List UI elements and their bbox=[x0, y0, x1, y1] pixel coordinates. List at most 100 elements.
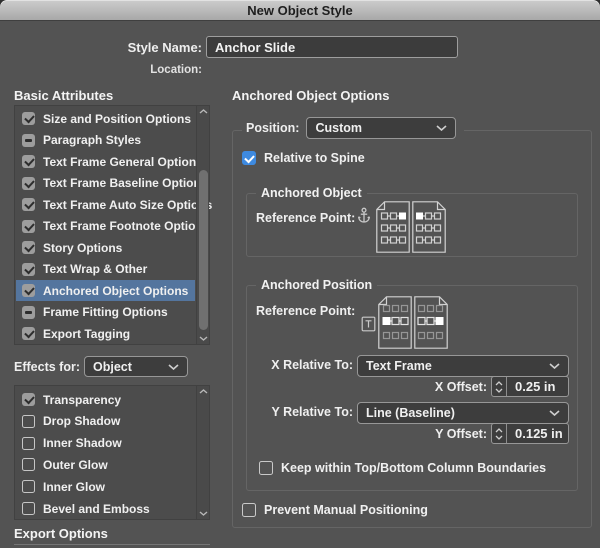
stepper-up-icon[interactable] bbox=[495, 427, 503, 433]
prevent-manual-checkbox[interactable] bbox=[242, 503, 256, 517]
attribute-checkbox[interactable] bbox=[22, 262, 35, 276]
stepper-down-icon[interactable] bbox=[495, 388, 503, 393]
attribute-row[interactable]: Text Frame General Options bbox=[16, 151, 203, 172]
x-relative-value: Text Frame bbox=[366, 359, 432, 373]
effect-label: Drop Shadow bbox=[43, 414, 121, 429]
position-value: Custom bbox=[315, 121, 362, 135]
position-label: Position: bbox=[246, 121, 300, 135]
attribute-row[interactable]: Text Frame Baseline Options bbox=[16, 173, 208, 194]
effect-row[interactable]: Bevel and Emboss bbox=[16, 498, 195, 519]
attribute-label: Paragraph Styles bbox=[43, 133, 142, 147]
attribute-checkbox[interactable] bbox=[22, 284, 35, 297]
y-offset-label: Y Offset: bbox=[435, 427, 487, 441]
effect-checkbox[interactable] bbox=[22, 414, 35, 428]
attribute-row[interactable]: Paragraph Styles bbox=[16, 130, 195, 151]
scrollbar-thumb[interactable] bbox=[199, 170, 208, 330]
relative-to-spine-label: Relative to Spine bbox=[264, 151, 365, 165]
anchored-position-legend: Anchored Position bbox=[256, 278, 378, 292]
attribute-row[interactable]: Size and Position Options bbox=[16, 108, 195, 129]
location-label: Location: bbox=[150, 64, 202, 76]
effect-label: Inner Glow bbox=[43, 479, 106, 494]
scroll-down-icon[interactable] bbox=[199, 511, 208, 516]
attribute-label: Frame Fitting Options bbox=[43, 305, 168, 319]
position-reference-point-proxy[interactable] bbox=[378, 296, 448, 349]
anchor-icon bbox=[357, 207, 371, 223]
attribute-label: Size and Position Options bbox=[43, 111, 192, 126]
effect-label: Outer Glow bbox=[43, 457, 108, 472]
attribute-row[interactable]: Text Frame Footnote Options bbox=[16, 216, 209, 237]
y-relative-value: Line (Baseline) bbox=[366, 406, 455, 420]
attribute-checkbox[interactable] bbox=[22, 155, 35, 168]
position-row: Position: Custom bbox=[242, 117, 465, 139]
effect-checkbox[interactable] bbox=[22, 480, 35, 494]
attribute-checkbox[interactable] bbox=[22, 198, 35, 211]
attribute-checkbox[interactable] bbox=[22, 327, 35, 340]
attribute-checkbox[interactable] bbox=[22, 112, 35, 125]
attribute-row[interactable]: Text Wrap & Other bbox=[16, 259, 195, 280]
attribute-label: Story Options bbox=[43, 240, 123, 255]
object-reference-point-proxy[interactable] bbox=[376, 201, 446, 253]
stepper-up-icon[interactable] bbox=[495, 380, 503, 386]
attribute-checkbox[interactable] bbox=[22, 133, 35, 147]
anchored-object-options-heading: Anchored Object Options bbox=[232, 88, 390, 103]
relative-to-spine-row[interactable]: Relative to Spine bbox=[242, 151, 365, 165]
effect-row[interactable]: Outer Glow bbox=[16, 454, 195, 475]
style-name-label: Style Name: bbox=[127, 40, 202, 55]
window-title: New Object Style bbox=[247, 2, 353, 18]
effect-checkbox[interactable] bbox=[22, 436, 35, 450]
attribute-label: Text Frame Baseline Options bbox=[43, 176, 208, 190]
attributes-scrollbar[interactable] bbox=[196, 106, 209, 344]
export-list-top-border bbox=[14, 544, 210, 545]
keep-within-row[interactable]: Keep within Top/Bottom Column Boundaries bbox=[259, 461, 546, 475]
x-relative-dropdown[interactable]: Text Frame bbox=[357, 355, 569, 377]
position-dropdown[interactable]: Custom bbox=[306, 117, 457, 139]
attribute-label: Anchored Object Options bbox=[43, 283, 189, 298]
x-offset-label: X Offset: bbox=[434, 380, 487, 394]
attribute-label: Export Tagging bbox=[43, 326, 131, 341]
attribute-row[interactable]: Export Tagging bbox=[16, 323, 195, 344]
effect-label: Transparency bbox=[43, 392, 122, 407]
attribute-row[interactable]: Frame Fitting Options bbox=[16, 302, 195, 323]
attribute-row[interactable]: Story Options bbox=[16, 237, 195, 258]
effects-for-dropdown[interactable]: Object bbox=[84, 356, 188, 377]
scroll-up-icon[interactable] bbox=[199, 389, 208, 394]
effect-checkbox[interactable] bbox=[22, 393, 35, 406]
attribute-checkbox[interactable] bbox=[22, 176, 35, 190]
keep-within-label: Keep within Top/Bottom Column Boundaries bbox=[281, 461, 547, 475]
basic-attributes-heading: Basic Attributes bbox=[14, 88, 114, 103]
attribute-checkbox[interactable] bbox=[22, 219, 35, 233]
y-offset-value[interactable]: 0.125 in bbox=[507, 424, 568, 443]
effect-row[interactable]: Inner Glow bbox=[16, 476, 195, 497]
basic-attributes-list: Size and Position Options Paragraph Styl… bbox=[14, 105, 212, 345]
effects-scrollbar[interactable] bbox=[196, 386, 209, 519]
y-offset-stepper[interactable] bbox=[492, 424, 507, 443]
chevron-down-icon bbox=[436, 125, 448, 131]
effects-for-label: Effects for: bbox=[14, 360, 80, 374]
keep-within-checkbox[interactable] bbox=[259, 461, 273, 475]
y-relative-dropdown[interactable]: Line (Baseline) bbox=[357, 402, 569, 424]
x-offset-value[interactable]: 0.25 in bbox=[507, 377, 568, 396]
prevent-manual-row[interactable]: Prevent Manual Positioning bbox=[242, 503, 428, 517]
style-name-input[interactable] bbox=[206, 36, 458, 58]
effect-row[interactable]: Transparency bbox=[16, 389, 195, 410]
attribute-label: Text Frame Auto Size Options bbox=[43, 197, 213, 212]
new-object-style-dialog: New Object Style Style Name: Location: B… bbox=[0, 0, 600, 548]
y-offset-control[interactable]: 0.125 in bbox=[491, 423, 569, 444]
effect-row[interactable]: Inner Shadow bbox=[16, 433, 195, 454]
attribute-checkbox[interactable] bbox=[22, 241, 35, 254]
scroll-up-icon[interactable] bbox=[199, 109, 208, 114]
effect-checkbox[interactable] bbox=[22, 458, 35, 472]
effect-checkbox[interactable] bbox=[22, 502, 35, 515]
position-reference-point-label: Reference Point: bbox=[256, 304, 356, 318]
x-offset-control[interactable]: 0.25 in bbox=[491, 376, 569, 397]
relative-to-spine-checkbox[interactable] bbox=[242, 151, 256, 165]
attribute-row-selected[interactable]: Anchored Object Options bbox=[16, 280, 195, 301]
effects-list: Transparency Drop Shadow Inner Shadow Ou… bbox=[14, 385, 210, 520]
scroll-down-icon[interactable] bbox=[199, 336, 208, 341]
effect-row[interactable]: Drop Shadow bbox=[16, 411, 195, 432]
text-frame-icon bbox=[361, 316, 376, 332]
attribute-checkbox[interactable] bbox=[22, 305, 35, 319]
attribute-row[interactable]: Text Frame Auto Size Options bbox=[16, 194, 212, 215]
stepper-down-icon[interactable] bbox=[495, 435, 503, 440]
x-offset-stepper[interactable] bbox=[492, 377, 507, 396]
